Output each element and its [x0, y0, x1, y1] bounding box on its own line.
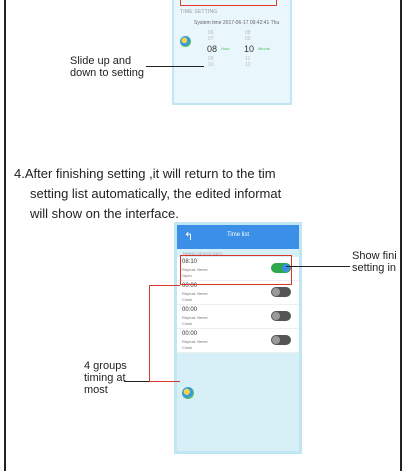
toggle-knob [272, 336, 280, 344]
app-logo-icon [180, 36, 191, 47]
hour-selected[interactable]: 08 [207, 44, 217, 54]
minute-selected[interactable]: 10 [244, 44, 254, 54]
instruction-line: will show on the interface. [30, 206, 179, 221]
hour-option: 07 [208, 36, 214, 42]
groups-bracket-line [149, 381, 180, 382]
show-note-line: setting in [352, 262, 397, 274]
slide-leader-line [146, 66, 204, 67]
groups-note-line: 4 groups [84, 360, 127, 372]
groups-bracket-line [149, 285, 150, 381]
app-header: ↰ Time list [177, 225, 299, 249]
slide-note: Slide up and down to setting [70, 55, 144, 79]
section-heading: TIME SETTING [180, 9, 218, 15]
timer-toggle[interactable]: O [271, 335, 291, 345]
minute-wheel-above[interactable]: 08 09 [245, 30, 251, 42]
slide-note-line: Slide up and [70, 55, 132, 67]
minute-option: 09 [245, 36, 251, 42]
hour-option: 10 [208, 62, 214, 68]
toggle-off-mark: O [283, 336, 288, 342]
timer-repeat: Repeat: Never [182, 315, 208, 320]
minute-option: 12 [245, 62, 251, 68]
groups-note-line: timing at [84, 372, 126, 384]
instruction-line: setting list automatically, the edited i… [30, 186, 282, 201]
screen-title: Time list [226, 232, 250, 238]
groups-bracket-line [149, 285, 180, 286]
page-border-right [400, 0, 402, 471]
timer-toggle[interactable]: O [271, 287, 291, 297]
highlight-box [180, 0, 277, 6]
system-time: System time 2017-06-17 09:42:41 Thu [194, 20, 280, 26]
hour-wheel-above[interactable]: 06 07 [208, 30, 214, 42]
app-logo-icon [182, 387, 194, 399]
timer-repeat: Repeat: Never [182, 339, 208, 344]
groups-leader-line [124, 381, 149, 382]
timer-row[interactable]: 00:00 Repeat: Never Close O [177, 305, 299, 329]
timer-repeat: Repeat: Never [182, 291, 208, 296]
toggle-knob [272, 312, 280, 320]
timer-toggle[interactable]: O [271, 311, 291, 321]
timer-time: 00:00 [182, 307, 198, 313]
hour-wheel-below[interactable]: 09 10 [208, 56, 214, 68]
timer-time: 00:00 [182, 331, 198, 337]
toggle-knob [272, 288, 280, 296]
slide-note-line: down to setting [70, 67, 144, 79]
show-leader-line [286, 266, 350, 267]
show-note-line: Show fini [352, 250, 397, 262]
timer-state: Close [182, 321, 193, 326]
minute-wheel-below[interactable]: 11 12 [245, 56, 251, 68]
timer-state: Close [182, 345, 193, 350]
timer-row[interactable]: 00:00 Repeat: Never Close O [177, 329, 299, 353]
minute-unit: Minute [258, 46, 271, 51]
time-setting-screen: TIME SETTING System time 2017-06-17 09:4… [172, 0, 292, 105]
show-note: Show fini setting in [352, 250, 397, 274]
hour-unit: Hour [221, 46, 230, 51]
highlight-box [180, 255, 292, 285]
groups-note: 4 groups timing at most [84, 360, 127, 396]
instruction-line: 4.After finishing setting ,it will retur… [14, 166, 276, 181]
timer-state: Close [182, 297, 193, 302]
groups-note-line: most [84, 384, 108, 396]
toggle-off-mark: O [283, 312, 288, 318]
page-border-left [4, 0, 6, 471]
toggle-off-mark: O [283, 288, 288, 294]
